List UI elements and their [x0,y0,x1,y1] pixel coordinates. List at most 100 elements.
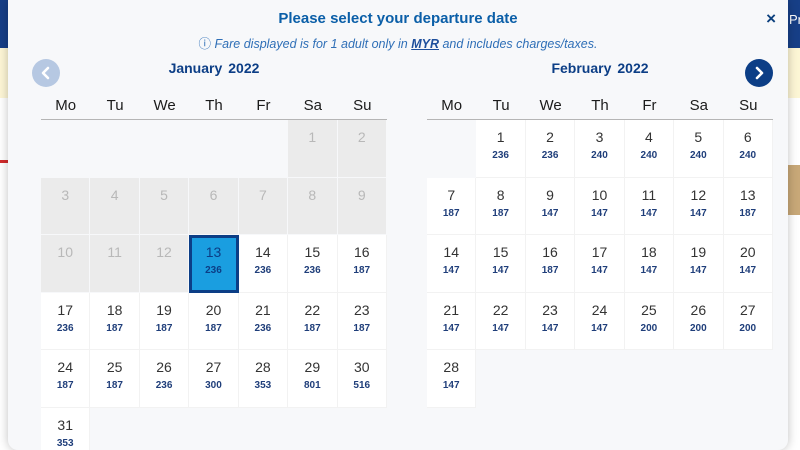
weekday-label: Fr [642,97,657,114]
day-cell[interactable]: 21 147 [427,292,477,350]
day-cell[interactable]: 25 187 [90,350,140,408]
month-name: January [168,60,223,76]
day-cell[interactable]: 27 300 [189,350,239,408]
day-cell[interactable]: 31 353 [41,407,91,450]
day-fare: 187 [353,322,371,334]
day-number: 28 [443,359,459,375]
day-cell[interactable]: 10 147 [575,177,625,235]
day-cell[interactable]: 16 187 [525,235,576,293]
day-cell[interactable]: 21 236 [238,292,289,350]
day-number: 5 [694,129,703,145]
day-cell[interactable]: 24 187 [41,350,91,408]
empty-day-cell [189,120,239,178]
day-number: 24 [57,359,73,375]
day-number: 1 [496,129,505,145]
weekday-label: We [539,97,562,114]
day-cell[interactable]: 9 147 [525,177,576,235]
day-cell[interactable]: 16 187 [337,235,387,293]
day-cell[interactable]: 14 236 [238,235,289,293]
day-fare: 236 [492,150,509,161]
day-cell[interactable]: 5 240 [674,120,724,178]
day-cell[interactable]: 27 200 [723,292,773,350]
day-cell[interactable]: 19 187 [139,292,190,350]
day-cell: 2 [337,120,387,178]
day-cell[interactable]: 28 353 [238,350,289,408]
day-fare: 147 [541,322,559,334]
departure-date-modal: Please select your departure date × ⓘ Fa… [8,0,788,450]
day-cell[interactable]: 19 147 [674,235,724,293]
day-cell[interactable]: 17 236 [41,292,91,350]
day-cell[interactable]: 13 187 [723,177,773,235]
month-year: 2022 [228,60,260,76]
day-cell[interactable]: 24 147 [575,292,625,350]
day-number: 6 [209,186,218,203]
day-fare: 187 [106,380,123,391]
fare-notice-suffix: and includes charges/taxes. [442,37,598,51]
day-fare: 187 [205,322,222,334]
month-title: January 2022 [41,60,387,76]
day-cell[interactable]: 28 147 [427,350,477,408]
close-button[interactable]: × [766,9,776,29]
day-cell[interactable]: 20 147 [723,235,773,293]
day-number: 11 [107,244,122,260]
day-cell[interactable]: 20 187 [189,292,239,350]
weekday-header: Mo Tu We Th Fr Sa Su [41,97,387,114]
day-fare: 147 [442,322,460,334]
day-cell[interactable]: 12 147 [674,177,724,235]
day-cell[interactable]: 23 147 [525,292,576,350]
day-fare: 236 [56,322,74,334]
selected-day-cell[interactable]: 13 236 [189,235,239,293]
day-cell[interactable]: 1 236 [476,120,526,178]
day-cell[interactable]: 8 187 [476,177,526,235]
empty-day-cell [41,120,91,178]
currency-link[interactable]: MYR [411,37,439,51]
day-grid: 1 236 2 236 3 240 4 240 5 240 6 240 7 187 8 187 9 147 10 14… [427,120,773,408]
day-cell[interactable]: 14 147 [427,235,477,293]
empty-day-cell [238,120,289,178]
day-cell[interactable]: 29 801 [288,350,338,408]
day-cell[interactable]: 4 240 [624,120,675,178]
day-number: 27 [739,301,756,318]
day-cell[interactable]: 22 147 [476,292,526,350]
day-cell[interactable]: 2 236 [525,120,576,178]
page-header-fragment: Pr [789,12,800,27]
day-cell[interactable]: 18 187 [90,292,140,350]
day-cell[interactable]: 22 187 [288,292,338,350]
day-cell[interactable]: 26 200 [674,292,724,350]
day-number: 18 [106,301,123,318]
day-cell[interactable]: 30 516 [337,350,387,408]
day-cell[interactable]: 25 200 [624,292,675,350]
day-cell[interactable]: 11 147 [624,177,675,235]
day-cell[interactable]: 26 236 [139,350,190,408]
day-number: 8 [496,186,505,203]
day-cell[interactable]: 18 147 [624,235,675,293]
day-number: 11 [641,186,657,203]
day-cell: 1 [288,120,338,178]
day-number: 25 [106,359,123,375]
day-number: 16 [353,244,370,260]
day-fare: 353 [254,380,272,391]
day-number: 28 [255,359,271,375]
day-cell[interactable]: 17 147 [575,235,625,293]
day-number: 9 [546,186,554,203]
day-fare: 240 [739,150,757,161]
day-number: 7 [259,186,267,203]
day-cell[interactable]: 23 187 [337,292,387,350]
day-fare: 147 [640,207,658,219]
day-fare: 300 [205,380,222,391]
day-fare: 187 [541,265,559,276]
day-number: 20 [739,244,756,260]
day-cell[interactable]: 15 147 [476,235,526,293]
day-cell[interactable]: 6 240 [723,120,773,178]
day-fare: 187 [155,322,173,334]
day-number: 10 [57,244,73,260]
day-fare: 200 [640,322,658,334]
day-cell[interactable]: 7 187 [427,177,477,235]
day-fare: 147 [689,265,707,276]
day-fare: 187 [353,265,371,276]
weekday-label: Sa [689,97,708,114]
day-cell[interactable]: 3 240 [575,120,625,178]
day-cell: 6 [189,177,239,235]
weekday-label: Su [353,97,372,114]
day-cell[interactable]: 15 236 [288,235,338,293]
